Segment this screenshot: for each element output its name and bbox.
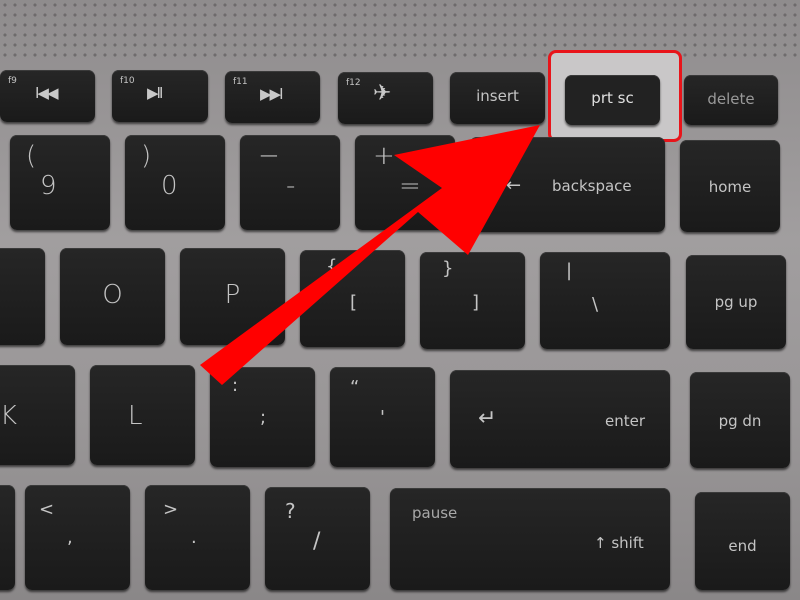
key-backslash[interactable]: | \	[540, 252, 670, 349]
key-f11[interactable]: f11 ▶▶I	[225, 71, 320, 123]
key-i-partial[interactable]	[0, 248, 45, 345]
key-label: f10	[120, 76, 135, 86]
key-pg-up[interactable]: pg up	[686, 255, 786, 349]
key-label: delete	[707, 90, 755, 108]
key-label: .	[191, 527, 197, 548]
key-label: <	[39, 499, 55, 520]
key-label: “	[350, 377, 360, 398]
key-right-bracket[interactable]: } ]	[420, 252, 525, 349]
key-minus[interactable]: − -	[240, 135, 340, 230]
key-label: end	[728, 537, 757, 555]
key-l[interactable]: L	[90, 365, 195, 465]
key-label: O	[102, 280, 123, 310]
key-label: }	[442, 258, 454, 279]
key-label: >	[163, 499, 179, 520]
key-insert[interactable]: insert	[450, 72, 545, 124]
key-label: pause	[412, 504, 458, 522]
key-9[interactable]: ( 9	[10, 135, 110, 230]
key-label: pg up	[714, 293, 758, 311]
key-semicolon[interactable]: : ;	[210, 367, 315, 467]
key-home[interactable]: home	[680, 140, 780, 232]
key-label: |	[566, 260, 573, 281]
key-enter[interactable]: ↵ enter	[450, 370, 670, 468]
previous-track-icon: I◀◀	[35, 84, 58, 102]
key-label: f12	[346, 78, 361, 88]
key-shift[interactable]: pause ↑ shift	[390, 488, 670, 590]
key-quote[interactable]: “ '	[330, 367, 435, 467]
key-label: 9	[40, 171, 57, 201]
key-label: :	[232, 375, 239, 396]
key-label: (	[26, 141, 37, 171]
key-label: ,	[67, 527, 73, 548]
key-label: ↑ shift	[594, 534, 644, 552]
key-label: P	[224, 280, 241, 310]
key-label: )	[141, 141, 152, 171]
airplane-mode-icon: ✈	[373, 81, 391, 106]
key-label: prt sc	[591, 89, 634, 107]
key-label: {	[326, 256, 338, 277]
key-label: enter	[605, 412, 646, 430]
enter-arrow-icon: ↵	[478, 406, 497, 431]
key-0[interactable]: ) 0	[125, 135, 225, 230]
key-prt-sc[interactable]: prt sc	[565, 75, 660, 125]
key-backspace[interactable]: ← backspace	[470, 137, 665, 232]
key-label: \	[592, 294, 599, 315]
key-label: ;	[260, 407, 267, 428]
play-pause-icon: ▶II	[147, 84, 163, 102]
speaker-grille	[0, 0, 800, 60]
key-label: backspace	[552, 177, 632, 195]
backspace-arrow-icon: ←	[506, 175, 522, 196]
key-label: [	[350, 292, 358, 313]
key-f9[interactable]: f9 I◀◀	[0, 70, 95, 122]
key-label: ?	[285, 499, 296, 523]
key-label: home	[708, 178, 752, 196]
key-label: ]	[472, 292, 480, 313]
key-label: f9	[8, 76, 17, 86]
key-label: -	[286, 171, 296, 201]
key-label: −	[258, 141, 280, 171]
key-f12[interactable]: f12 ✈	[338, 72, 433, 124]
key-slash[interactable]: ? /	[265, 487, 370, 590]
key-label: pg dn	[718, 412, 762, 430]
key-comma[interactable]: < ,	[25, 485, 130, 590]
next-track-icon: ▶▶I	[260, 85, 283, 103]
key-label: f11	[233, 77, 248, 87]
key-delete[interactable]: delete	[684, 75, 778, 125]
key-label: '	[380, 407, 385, 428]
key-left-bracket[interactable]: { [	[300, 250, 405, 347]
key-equals[interactable]: + =	[355, 135, 455, 230]
key-label: /	[313, 529, 321, 554]
key-label: L	[128, 401, 143, 431]
key-o[interactable]: O	[60, 248, 165, 345]
key-label: 0	[161, 171, 178, 201]
key-end[interactable]: end	[695, 492, 790, 590]
key-f10[interactable]: f10 ▶II	[112, 70, 208, 122]
key-label: insert	[476, 87, 519, 105]
key-label: +	[373, 141, 395, 171]
key-k[interactable]: K	[0, 365, 75, 465]
key-m-partial[interactable]	[0, 485, 15, 590]
key-pg-dn[interactable]: pg dn	[690, 372, 790, 468]
key-period[interactable]: > .	[145, 485, 250, 590]
key-label: K	[0, 401, 18, 431]
key-p[interactable]: P	[180, 248, 285, 345]
key-label: =	[399, 171, 421, 201]
